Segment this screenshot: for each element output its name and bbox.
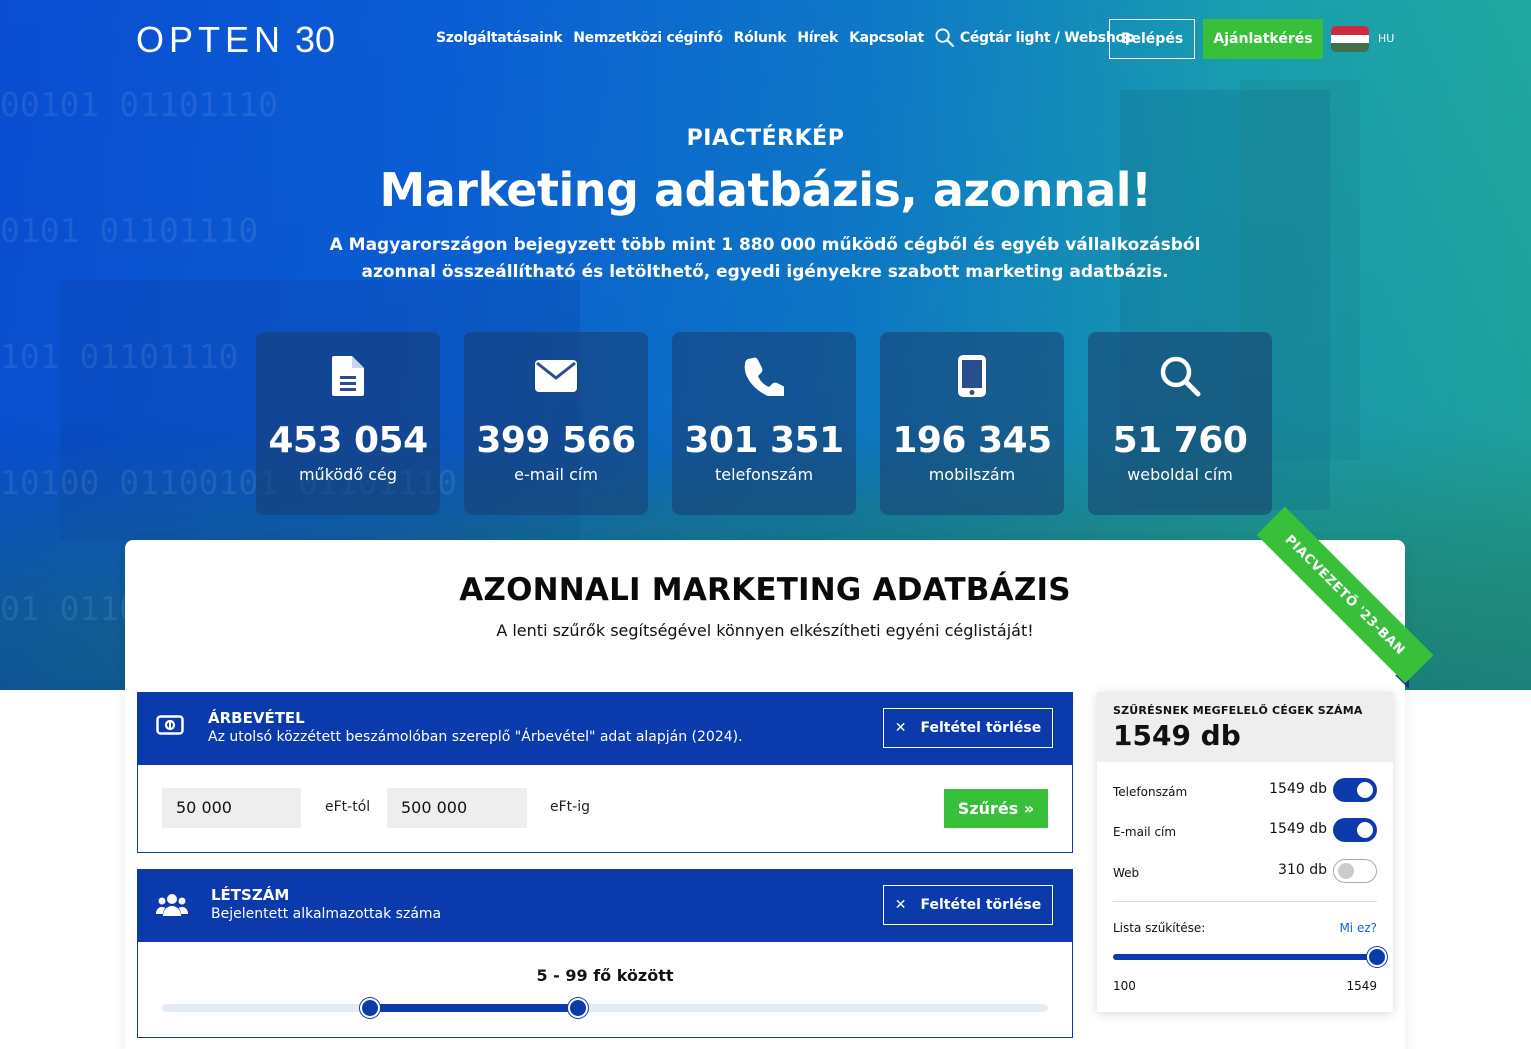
stat-card: 51 760 weboldal cím [1088,332,1272,515]
revenue-to-unit: eFt-ig [550,799,590,815]
stat-value: 453 054 [268,420,428,461]
stat-value: 399 566 [476,420,636,461]
row-value: 310 db [1278,862,1327,878]
hungarian-flag-icon[interactable] [1331,26,1369,52]
request-offer-button[interactable]: Ajánlatkérés [1203,19,1323,59]
clear-label: Feltétel törlése [920,720,1042,736]
divider [1113,901,1377,902]
headcount-clear-button[interactable]: ✕ Feltétel törlése [883,885,1053,925]
revenue-filter-title: ÁRBEVÉTEL [208,709,305,727]
nav-international[interactable]: Nemzetközi céginfó [573,30,723,46]
revenue-from-unit: eFt-tól [325,799,371,815]
document-icon [332,354,364,398]
row-value: 1549 db [1269,821,1327,837]
filter-button[interactable]: Szűrés » [944,789,1048,828]
result-row-phone: Telefonszám 1549 db [1113,778,1377,804]
mobile-icon [958,354,986,398]
stat-card: 453 054 működő cég [256,332,440,515]
hero-kicker: PIACTÉRKÉP [686,126,845,151]
hero-subline: A Magyarországon bejegyzett több mint 1 … [329,235,1201,282]
result-row-email: E-mail cím 1549 db [1113,818,1377,844]
logo-text: OPTEN [136,19,286,60]
headcount-slider-fill [370,1004,579,1012]
logo[interactable]: OPTEN 30 [136,19,336,60]
nav-news[interactable]: Hírek [797,30,838,46]
email-toggle[interactable] [1333,818,1377,842]
phone-icon [744,354,784,398]
row-label: E-mail cím [1113,825,1177,839]
nav-services[interactable]: Szolgáltatásaink [436,30,563,46]
headcount-filter-title: LÉTSZÁM [211,886,290,904]
headcount-filter: LÉTSZÁM Bejelentett alkalmazottak száma … [137,869,1073,1038]
section-title: AZONNALI MARKETING ADATBÁZIS [459,572,1071,608]
revenue-filter: ÁRBEVÉTEL Az utolsó közzétett beszámolób… [137,692,1073,853]
result-count: 1549 db [1113,719,1241,752]
login-button[interactable]: Belépés [1109,19,1195,59]
users-icon [156,892,188,922]
row-value: 1549 db [1269,781,1327,797]
logo-number: 30 [295,19,336,60]
stat-card: 301 351 telefonszám [672,332,856,515]
stat-card: 196 345 mobilszám [880,332,1064,515]
close-icon: ✕ [894,720,907,736]
result-row-web: Web 310 db [1113,859,1377,885]
clear-label: Feltétel törlése [920,897,1042,913]
headcount-slider-track[interactable] [162,1004,1048,1012]
envelope-icon [535,354,577,398]
stats-row: 453 054 működő cég 399 566 e-mail cím 30… [256,332,1272,515]
slider-min-label: 100 [1113,979,1136,993]
revenue-filter-subtitle: Az utolsó közzétett beszámolóban szerepl… [208,729,743,745]
revenue-from-input[interactable]: 50 000 [162,788,301,828]
nav-about[interactable]: Rólunk [734,30,787,46]
banknote-icon [156,715,184,739]
stat-card: 399 566 e-mail cím [464,332,648,515]
revenue-to-input[interactable]: 500 000 [387,788,527,828]
main-nav: Szolgáltatásaink Nemzetközi céginfó Rólu… [436,28,1146,47]
stat-label: e-mail cím [514,465,598,484]
stat-label: működő cég [298,465,398,484]
search-icon [1159,354,1201,398]
stat-value: 301 351 [684,420,844,461]
headcount-range-label: 5 - 99 fő között [536,966,674,985]
stat-value: 196 345 [892,420,1052,461]
search-icon [935,28,954,47]
headcount-filter-subtitle: Bejelentett alkalmazottak száma [211,906,442,922]
narrow-list-label: Lista szűkítése: [1113,921,1206,935]
web-toggle[interactable] [1333,859,1377,883]
narrow-slider-handle[interactable] [1367,947,1387,967]
language-selector[interactable]: HU [1378,32,1394,45]
narrow-slider-track[interactable] [1113,954,1377,960]
section-subtitle: A lenti szűrők segítségével könnyen elké… [496,621,1034,640]
row-label: Web [1113,866,1140,880]
stat-label: telefonszám [714,465,814,484]
stat-label: mobilszám [928,465,1016,484]
phone-toggle[interactable] [1333,778,1377,802]
revenue-clear-button[interactable]: ✕ Feltétel törlése [883,708,1053,748]
what-is-link[interactable]: Mi ez? [1339,921,1377,935]
result-card: SZŰRÉSNEK MEGFELELŐ CÉGEK SZÁMA 1549 db … [1097,692,1393,1012]
hero-headline: Marketing adatbázis, azonnal! [379,163,1152,217]
nav-contact[interactable]: Kapcsolat [849,30,924,46]
stat-label: weboldal cím [1127,465,1233,484]
stat-value: 51 760 [1112,420,1248,461]
headcount-filter-header: LÉTSZÁM Bejelentett alkalmazottak száma … [138,870,1072,942]
result-label: SZŰRÉSNEK MEGFELELŐ CÉGEK SZÁMA [1113,704,1363,717]
revenue-filter-header: ÁRBEVÉTEL Az utolsó közzétett beszámolób… [138,693,1072,765]
close-icon: ✕ [894,897,907,913]
row-label: Telefonszám [1113,785,1188,799]
result-summary: SZŰRÉSNEK MEGFELELŐ CÉGEK SZÁMA 1549 db [1097,692,1393,762]
slider-max-label: 1549 [1346,979,1377,993]
